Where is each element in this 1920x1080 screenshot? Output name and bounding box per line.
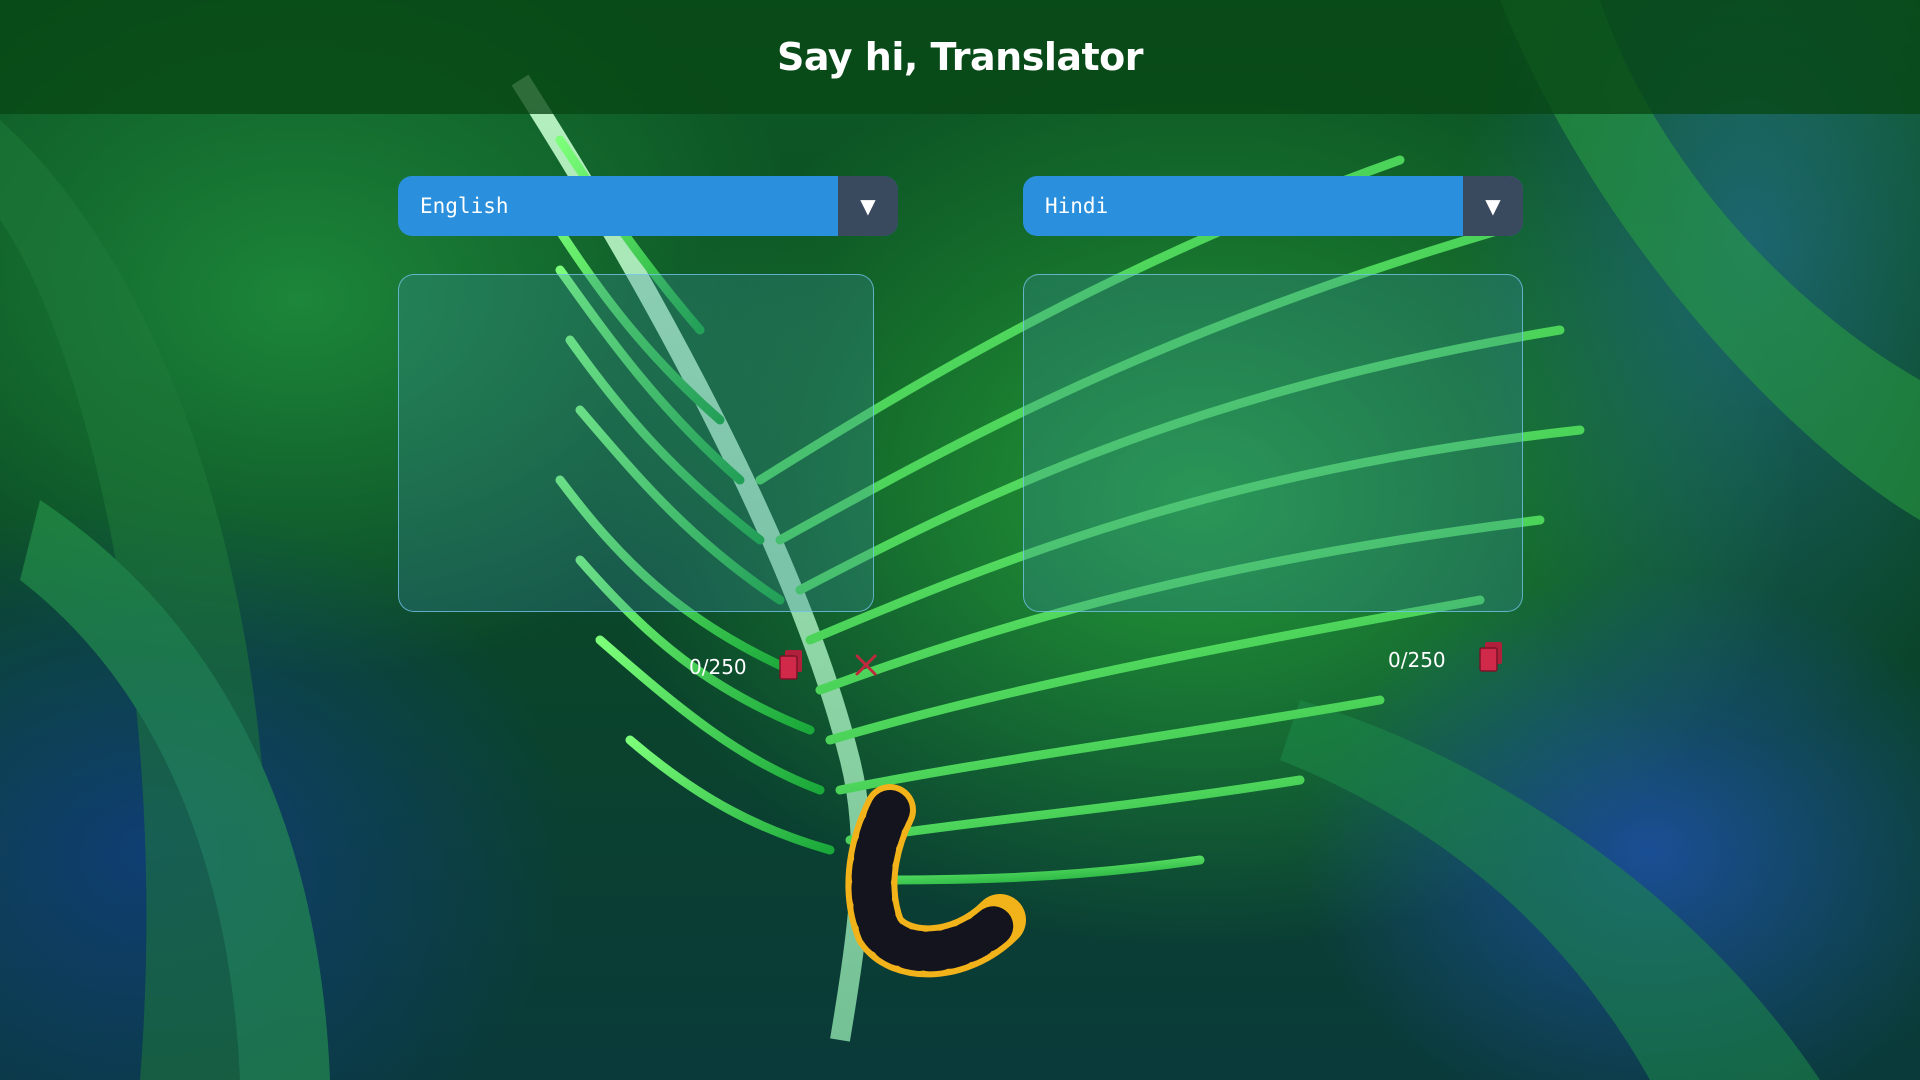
chevron-down-icon[interactable]: ▼ [1463,176,1523,236]
copy-icon[interactable] [776,648,806,682]
target-text-output[interactable] [1024,275,1522,611]
target-language-value: Hindi [1045,194,1109,218]
source-language-value: English [420,194,509,218]
app-header: Say hi, Translator [0,0,1920,114]
source-text-input[interactable] [399,275,873,611]
background-image [0,0,1920,1080]
page-title: Say hi, Translator [776,35,1144,79]
target-char-counter: 0/250 [1388,648,1446,672]
source-text-panel [398,274,874,612]
fern-illustration [0,0,1920,1080]
target-language-select[interactable]: Hindi ▼ [1023,176,1523,236]
close-icon[interactable] [851,648,881,682]
source-language-select[interactable]: English ▼ [398,176,898,236]
copy-icon[interactable] [1476,640,1506,674]
target-text-panel [1023,274,1523,612]
source-char-counter: 0/250 [689,655,747,679]
chevron-down-icon[interactable]: ▼ [838,176,898,236]
